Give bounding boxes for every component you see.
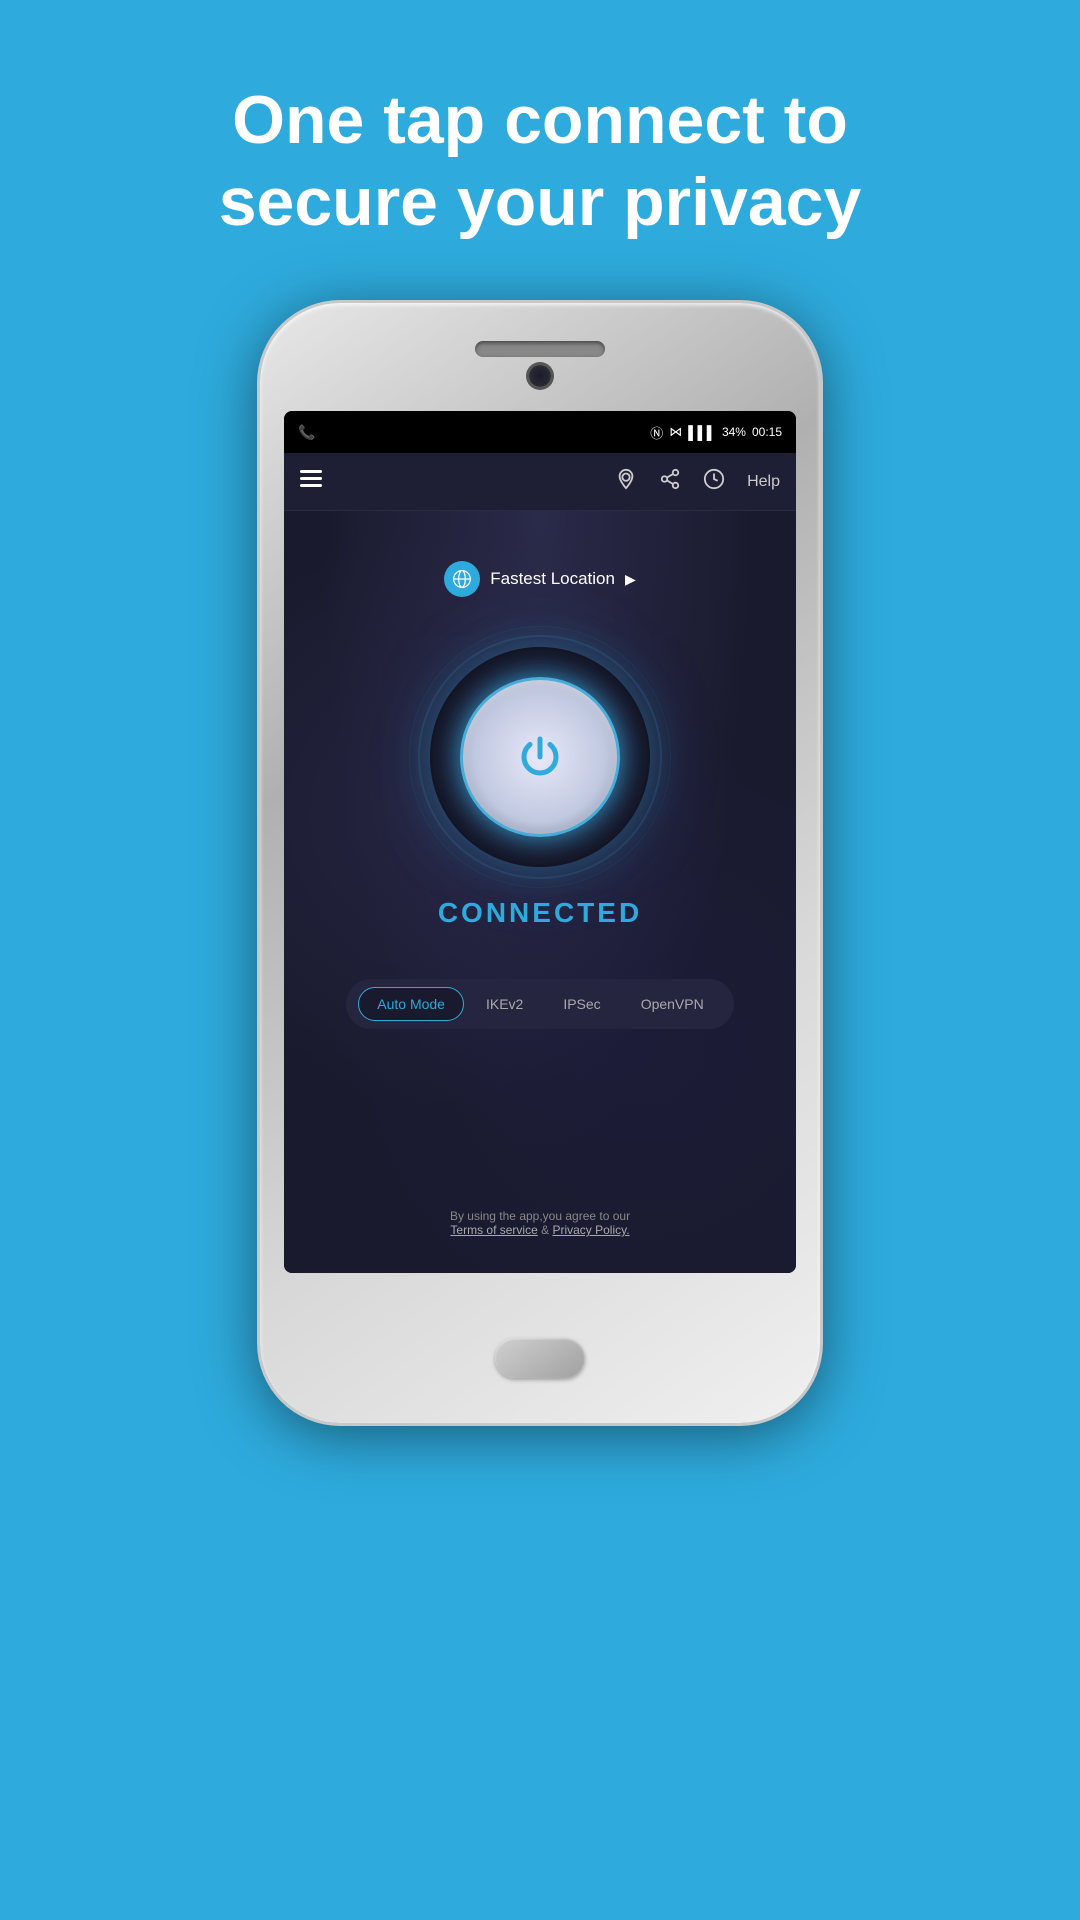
status-right: Ⓝ ⋈ ▌▌▌ 34% 00:15 (650, 423, 782, 442)
wifi-icon: ⋈ (669, 424, 682, 440)
phone-camera (529, 365, 551, 387)
fastest-location-label: Fastest Location (490, 569, 615, 589)
phone-speaker (475, 341, 605, 357)
power-area (430, 647, 650, 867)
protocol-ipsec[interactable]: IPSec (545, 988, 618, 1020)
location-row[interactable]: Fastest Location ▶ (444, 561, 636, 597)
app-content: Fastest Location ▶ CONNECTED A (284, 511, 796, 1273)
agreement-text: By using the app,you agree to our Terms … (450, 1209, 630, 1237)
protocol-auto-mode[interactable]: Auto Mode (358, 987, 464, 1021)
phone-screen: 📞 Ⓝ ⋈ ▌▌▌ 34% 00:15 (284, 411, 796, 1273)
headline-line2: secure your privacy (219, 164, 862, 240)
headline-line1: One tap connect to (232, 82, 848, 158)
location-button[interactable] (615, 468, 637, 496)
phone-icon: 📞 (298, 424, 315, 441)
phone-mockup: 📞 Ⓝ ⋈ ▌▌▌ 34% 00:15 (260, 303, 820, 1423)
app-footer: By using the app,you agree to our Terms … (434, 1193, 646, 1253)
protocol-openvpn[interactable]: OpenVPN (623, 988, 722, 1020)
protocol-ikev2[interactable]: IKEv2 (468, 988, 541, 1020)
signal-icon: ▌▌▌ (688, 425, 716, 440)
protocol-selector: Auto Mode IKEv2 IPSec OpenVPN (346, 979, 733, 1029)
footer-separator: & (541, 1223, 552, 1237)
connection-status: CONNECTED (438, 897, 642, 929)
menu-button[interactable] (300, 470, 322, 494)
power-glow-ring (430, 647, 650, 867)
privacy-policy-link[interactable]: Privacy Policy. (552, 1223, 629, 1237)
speed-button[interactable] (703, 468, 725, 496)
headline: One tap connect to secure your privacy (159, 80, 922, 243)
status-bar: 📞 Ⓝ ⋈ ▌▌▌ 34% 00:15 (284, 411, 796, 453)
nfc-icon: Ⓝ (650, 423, 663, 442)
globe-icon (444, 561, 480, 597)
share-button[interactable] (659, 468, 681, 496)
power-button[interactable] (460, 677, 620, 837)
toolbar-icons: Help (615, 468, 780, 496)
battery-text: 34% (722, 425, 746, 439)
phone-home-button[interactable] (495, 1338, 585, 1378)
app-toolbar: Help (284, 453, 796, 511)
clock: 00:15 (752, 425, 782, 439)
help-button[interactable]: Help (747, 473, 780, 491)
terms-of-service-link[interactable]: Terms of service (450, 1223, 537, 1237)
agreement-label: By using the app,you agree to our (450, 1209, 630, 1223)
location-arrow: ▶ (625, 571, 636, 588)
